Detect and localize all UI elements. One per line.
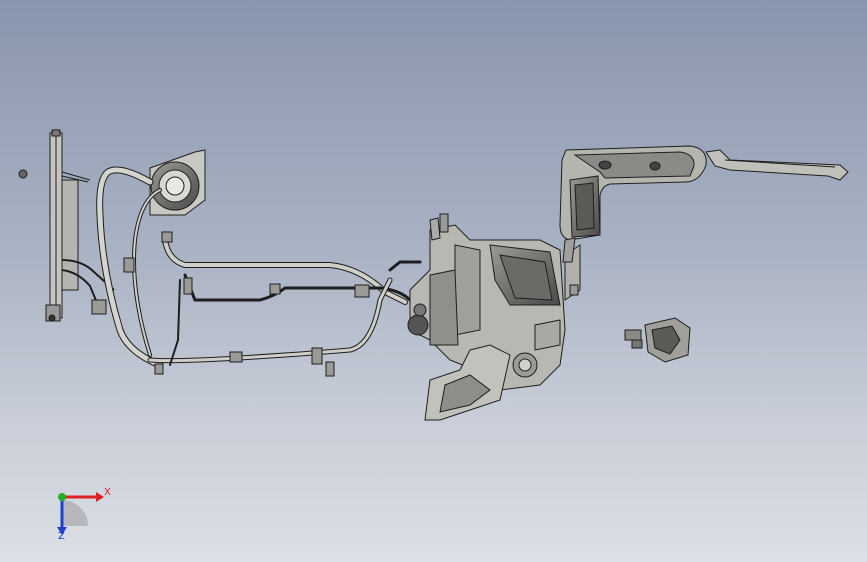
air-duct-assembly[interactable] [559,145,849,263]
hvac-module-housing[interactable] [407,213,581,421]
x-axis-label: X [104,487,111,498]
coordinate-axis-triad [57,492,104,535]
cad-3d-viewport[interactable]: X Y Z [0,0,867,562]
hvac-assembly-model[interactable] [0,0,867,562]
refrigerant-hoses[interactable] [96,166,422,369]
accumulator-part[interactable] [149,149,206,216]
blower-module-part[interactable] [624,317,691,363]
z-axis-label: Z [58,531,65,542]
hose-fittings[interactable] [123,231,370,377]
